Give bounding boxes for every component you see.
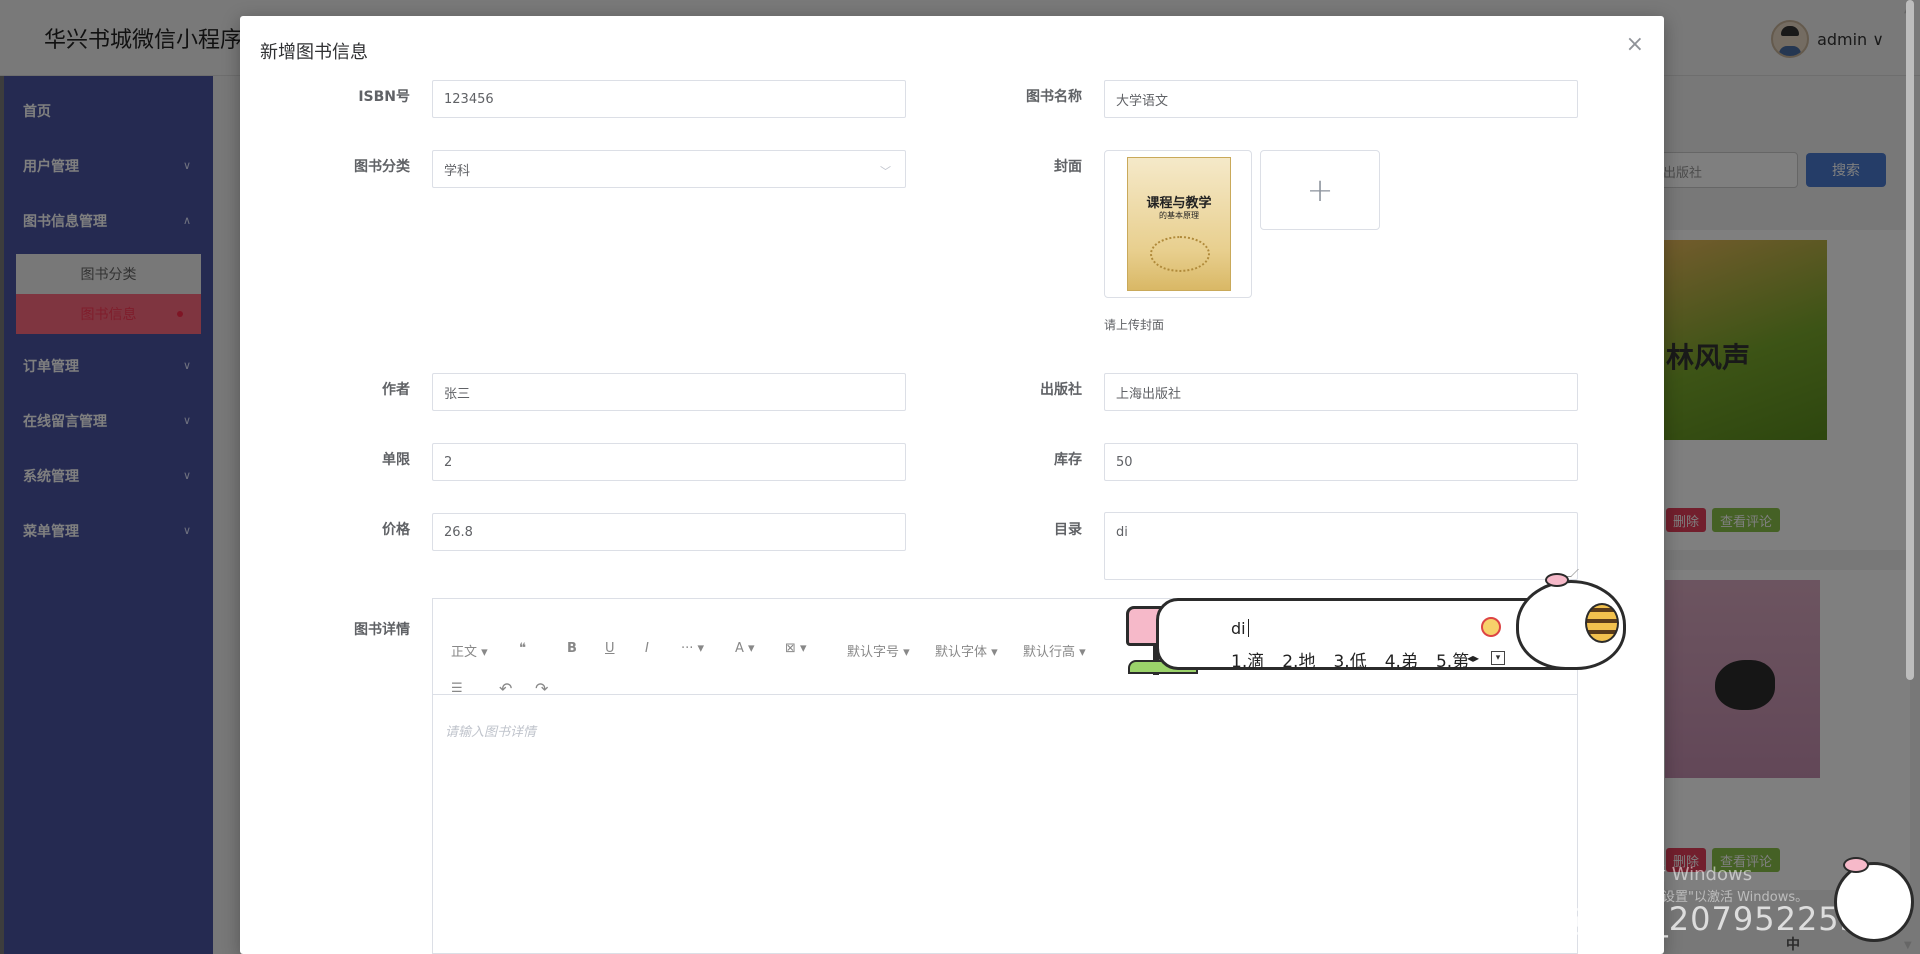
paragraph-style-dropdown[interactable]: 正文 ▾ bbox=[451, 641, 488, 660]
puppy-mascot-icon bbox=[1516, 573, 1626, 670]
windows-activation-watermark: 激活 Windows bbox=[1630, 864, 1753, 885]
stock-label: 库存 bbox=[1054, 452, 1082, 468]
limit-label: 单限 bbox=[382, 452, 410, 468]
stock-input[interactable]: 50 bbox=[1104, 443, 1578, 481]
cover-label: 封面 bbox=[1054, 159, 1082, 175]
dialog-title: 新增图书信息 bbox=[260, 42, 368, 63]
isbn-label: ISBN号 bbox=[358, 89, 410, 105]
category-label: 图书分类 bbox=[354, 159, 410, 175]
book-cover-image: 课程与教学 的基本原理 bbox=[1127, 157, 1231, 291]
category-value: 学科 bbox=[444, 163, 471, 179]
undo-icon[interactable]: ↶ bbox=[499, 679, 512, 698]
cover-book-subtitle: 的基本原理 bbox=[1159, 211, 1199, 220]
upload-plus-button[interactable]: + bbox=[1260, 150, 1380, 230]
ime-candidate[interactable]: 3.低 bbox=[1333, 647, 1366, 672]
font-size-dropdown[interactable]: 默认字号 ▾ bbox=[847, 641, 910, 660]
scrollbar[interactable] bbox=[1906, 0, 1914, 680]
csdn-watermark: CSDN @QQ_2079522559 bbox=[1460, 900, 1883, 938]
add-book-dialog: 新增图书信息 × ISBN号 123456 图书名称 大学语文 图书分类 学科 … bbox=[240, 16, 1664, 954]
close-icon[interactable]: × bbox=[1626, 34, 1644, 56]
font-family-dropdown[interactable]: 默认字体 ▾ bbox=[935, 641, 998, 660]
price-input[interactable]: 26.8 bbox=[432, 513, 906, 551]
line-height-dropdown[interactable]: 默认行高 ▾ bbox=[1023, 641, 1086, 660]
bold-icon[interactable]: B bbox=[567, 641, 577, 656]
background-color-icon[interactable]: ⊠ ▾ bbox=[785, 641, 807, 656]
scroll-down-icon[interactable]: ▼ bbox=[1904, 940, 1912, 951]
ime-candidate-window: di 1.滴 2.地 3.低 4.弟 5.第 ◂▸ ▾ bbox=[1126, 573, 1626, 676]
bee-icon bbox=[1585, 603, 1619, 643]
ime-expand-icon[interactable]: ▾ bbox=[1491, 651, 1505, 665]
ime-pinyin: di bbox=[1231, 619, 1249, 638]
more-icon[interactable]: ··· ▾ bbox=[681, 641, 704, 656]
ime-page-arrows-icon[interactable]: ◂▸ bbox=[1467, 651, 1479, 665]
limit-input[interactable]: 2 bbox=[432, 443, 906, 481]
chevron-down-icon: ﹀ bbox=[880, 165, 891, 178]
italic-icon[interactable]: I bbox=[645, 641, 649, 656]
puppy-mascot-icon bbox=[1834, 857, 1914, 942]
font-color-icon[interactable]: A ▾ bbox=[735, 641, 755, 656]
publisher-label: 出版社 bbox=[1040, 382, 1082, 398]
underline-icon[interactable]: U bbox=[605, 641, 615, 656]
ime-candidates: 1.滴 2.地 3.低 4.弟 5.第 bbox=[1231, 647, 1469, 672]
book-name-input[interactable]: 大学语文 bbox=[1104, 80, 1578, 118]
isbn-input[interactable]: 123456 bbox=[432, 80, 906, 118]
publisher-input[interactable]: 上海出版社 bbox=[1104, 373, 1578, 411]
redo-icon[interactable]: ↷ bbox=[535, 679, 548, 698]
catalog-value: di bbox=[1116, 525, 1128, 540]
emoji-icon[interactable] bbox=[1481, 617, 1501, 637]
details-label: 图书详情 bbox=[354, 622, 410, 638]
quote-icon[interactable]: ❝ bbox=[519, 641, 526, 656]
price-label: 价格 bbox=[382, 522, 410, 538]
cover-thumbnail[interactable]: 课程与教学 的基本原理 bbox=[1104, 150, 1252, 298]
ime-candidate[interactable]: 1.滴 bbox=[1231, 647, 1264, 672]
catalog-label: 目录 bbox=[1054, 522, 1082, 538]
ime-mode-indicator[interactable]: 中 bbox=[1786, 934, 1800, 954]
cover-book-title: 课程与教学 bbox=[1146, 196, 1212, 211]
ime-candidate[interactable]: 5.第 bbox=[1436, 647, 1469, 672]
divider-icon[interactable]: ☰ bbox=[451, 681, 463, 696]
editor-placeholder[interactable]: 请输入图书详情 bbox=[445, 721, 536, 740]
bow-icon bbox=[1545, 573, 1569, 587]
author-input[interactable]: 张三 bbox=[432, 373, 906, 411]
category-select[interactable]: 学科 ﹀ bbox=[432, 150, 906, 188]
ime-candidate[interactable]: 4.弟 bbox=[1385, 647, 1418, 672]
ornament-icon bbox=[1150, 236, 1210, 272]
catalog-textarea[interactable]: di bbox=[1104, 512, 1579, 580]
book-name-label: 图书名称 bbox=[1026, 89, 1082, 105]
author-label: 作者 bbox=[382, 382, 410, 398]
ime-candidate[interactable]: 2.地 bbox=[1282, 647, 1315, 672]
upload-hint: 请上传封面 bbox=[1104, 318, 1165, 332]
